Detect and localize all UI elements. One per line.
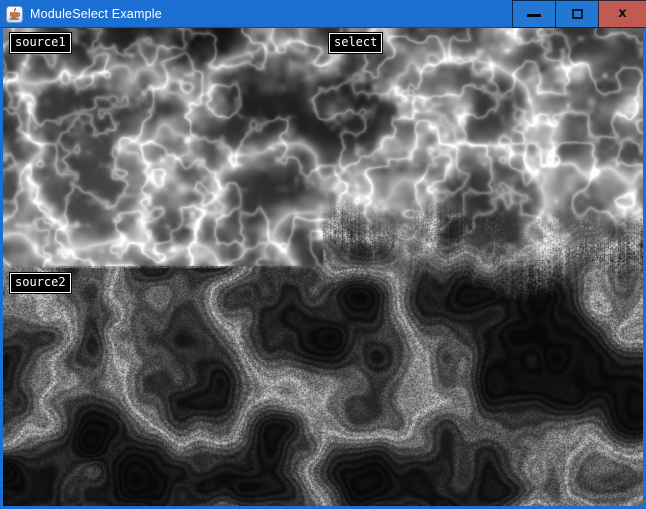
source2-label: source2 bbox=[10, 273, 71, 293]
minimize-button[interactable] bbox=[512, 0, 555, 28]
noise-render-canvas bbox=[3, 28, 643, 506]
minimize-icon bbox=[527, 14, 541, 17]
source1-label: source1 bbox=[10, 33, 71, 53]
render-area: source1 select source2 bbox=[3, 28, 643, 506]
maximize-icon bbox=[572, 9, 583, 19]
java-coffee-cup-icon bbox=[6, 6, 23, 23]
close-icon: x bbox=[618, 7, 626, 20]
title-bar[interactable]: ModuleSelect Example x bbox=[0, 0, 646, 28]
select-label: select bbox=[329, 33, 382, 53]
maximize-button[interactable] bbox=[555, 0, 598, 28]
caption-buttons: x bbox=[512, 0, 646, 28]
close-button[interactable]: x bbox=[598, 0, 646, 28]
app-window: ModuleSelect Example x source1 select so… bbox=[0, 0, 646, 509]
window-title: ModuleSelect Example bbox=[30, 7, 162, 21]
